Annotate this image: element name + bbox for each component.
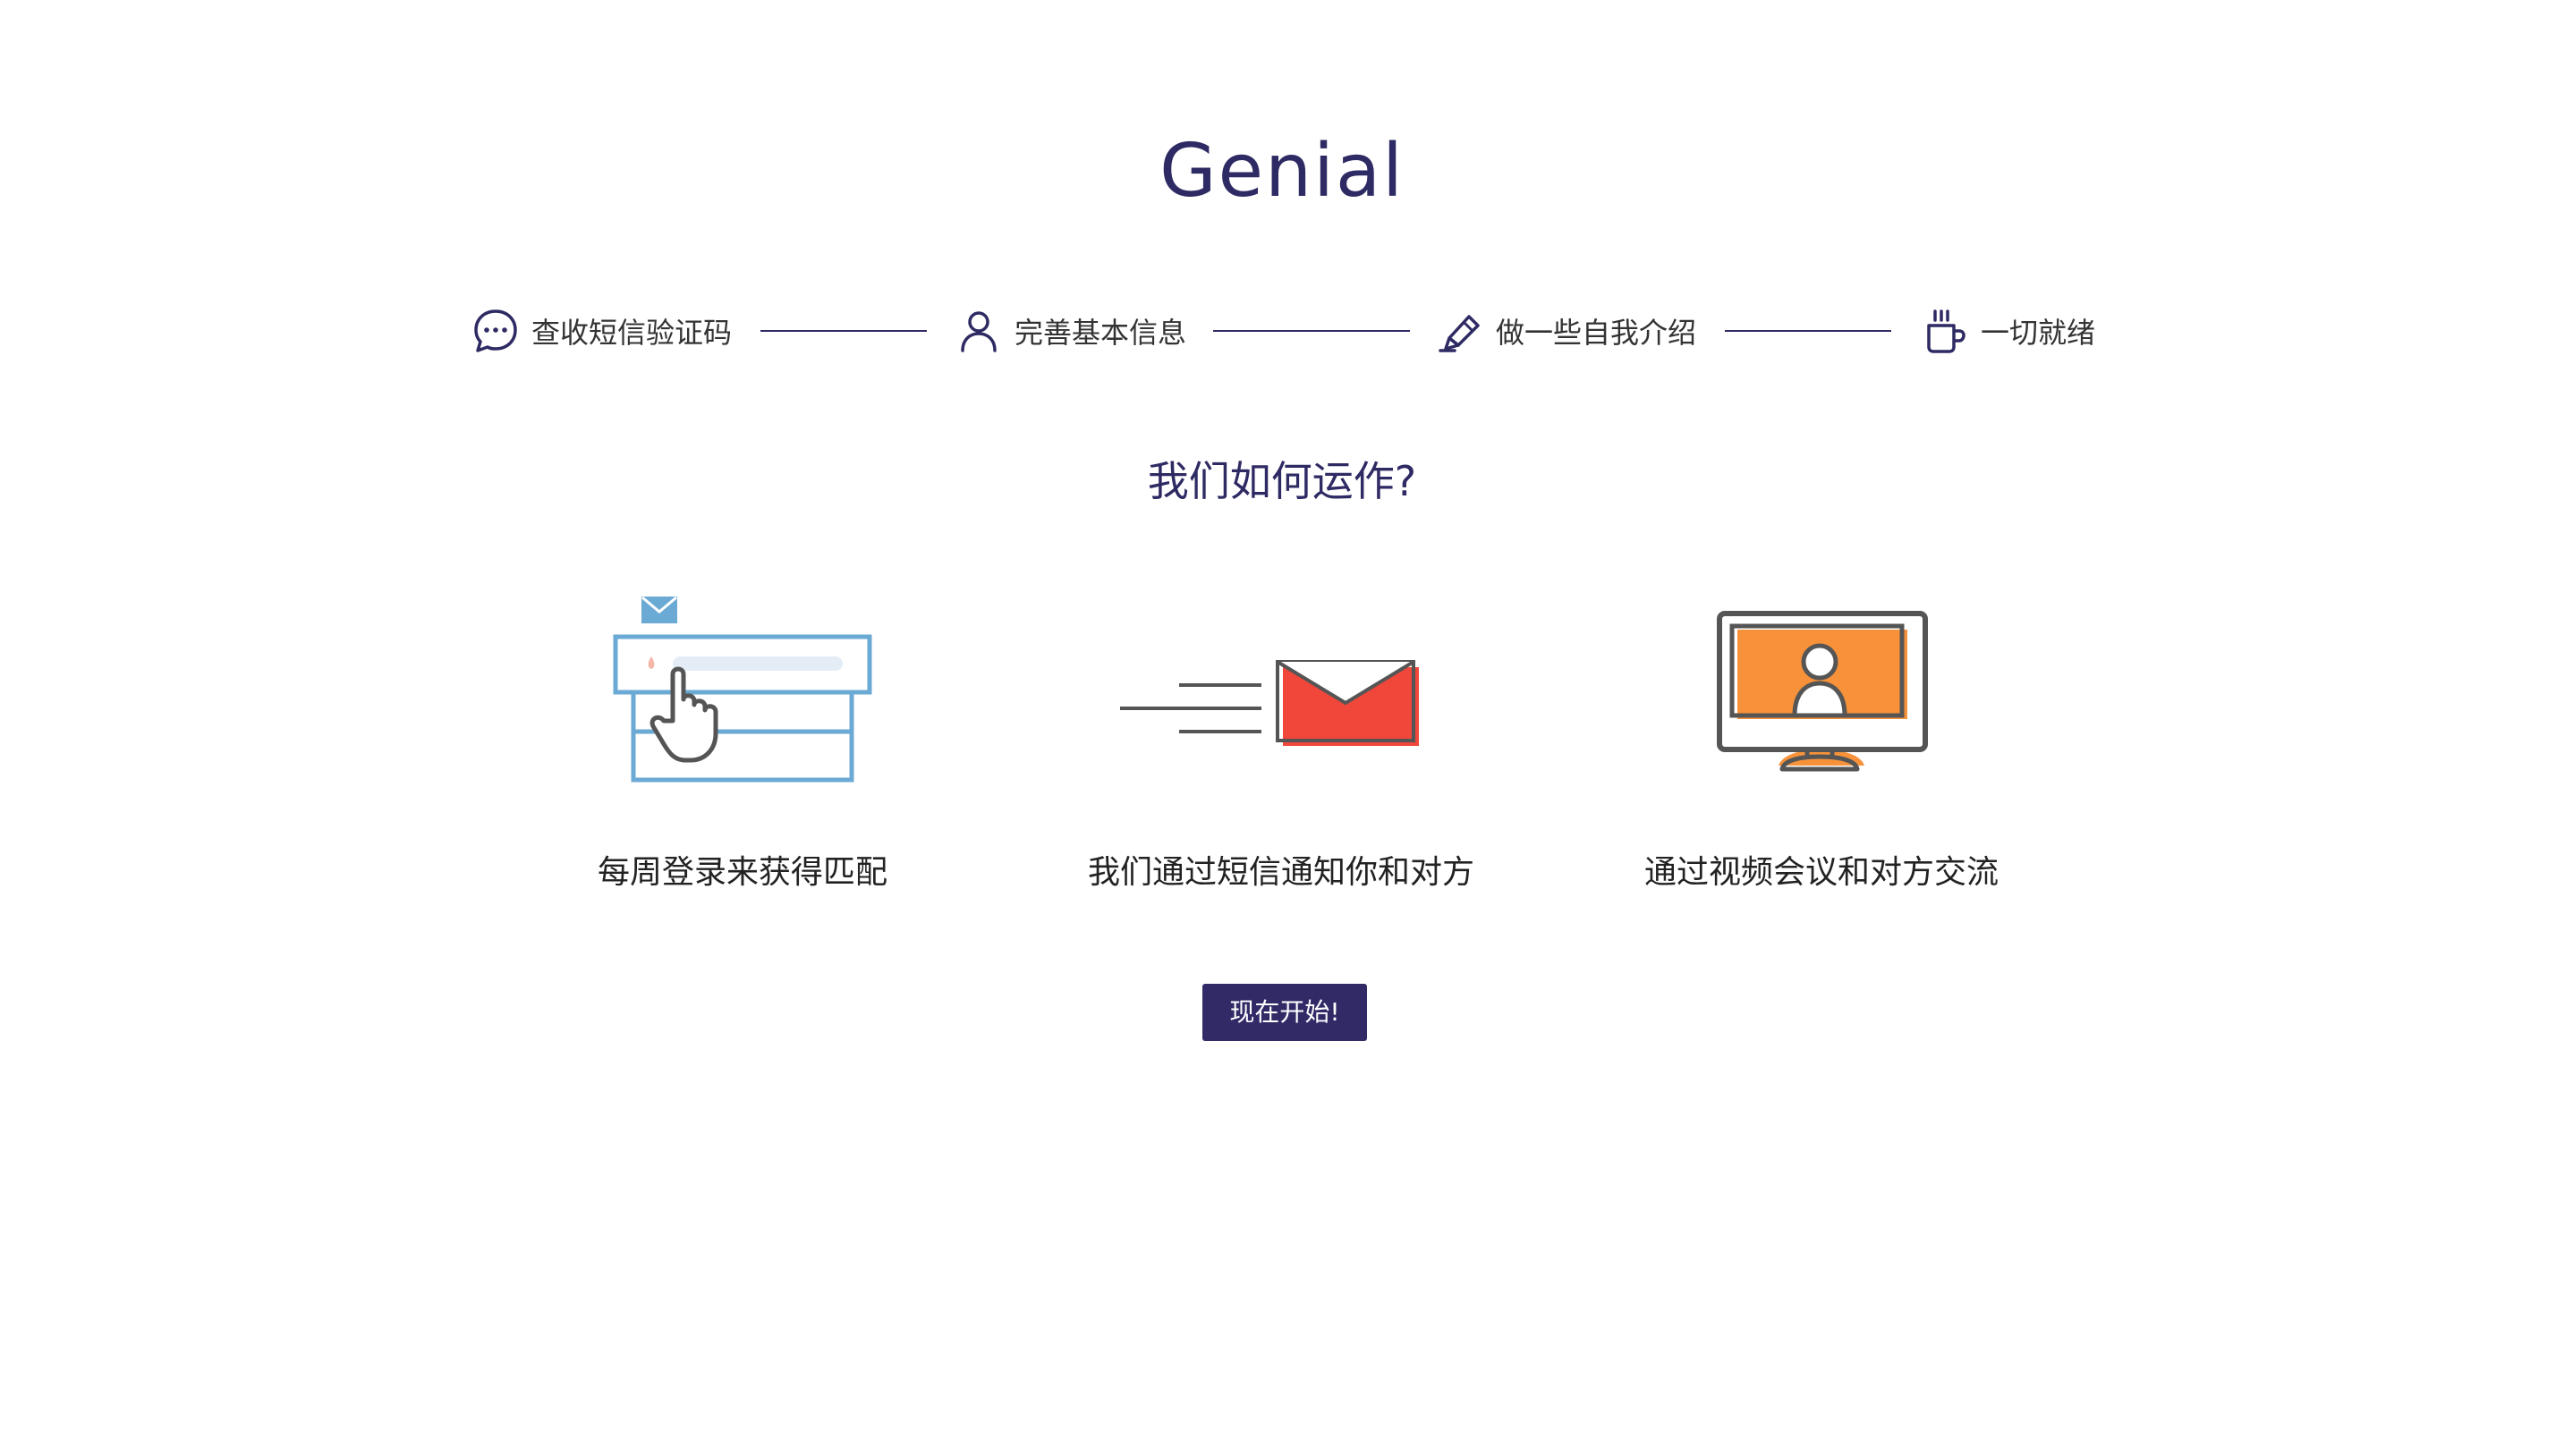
brand-logo: Genial xyxy=(1159,129,1405,214)
step-all-set: 一切就绪 xyxy=(1922,306,2095,356)
feature-caption: 我们通过短信通知你和对方 xyxy=(1087,854,1474,891)
how-it-works-title: 我们如何运作? xyxy=(1147,457,1417,505)
step-introduction: 做一些自我介绍 xyxy=(1437,306,1696,356)
start-now-button[interactable]: 现在开始! xyxy=(1202,984,1367,1041)
user-icon xyxy=(955,308,1002,354)
step-label: 查收短信验证码 xyxy=(531,316,733,350)
coffee-cup-icon xyxy=(1922,308,1968,354)
step-label: 一切就绪 xyxy=(1981,316,2096,350)
chat-bubble-icon xyxy=(472,308,519,354)
feature-caption: 通过视频会议和对方交流 xyxy=(1643,854,1999,891)
login-click-illustration xyxy=(474,590,1011,796)
feature-caption: 每周登录来获得匹配 xyxy=(597,854,887,891)
step-label: 完善基本信息 xyxy=(1015,316,1187,350)
step-connector xyxy=(1213,330,1410,332)
message-envelope-illustration xyxy=(1013,590,1549,796)
pen-icon xyxy=(1437,308,1483,354)
step-label: 做一些自我介绍 xyxy=(1496,316,1697,350)
step-connector xyxy=(760,330,927,332)
step-basic-info: 完善基本信息 xyxy=(955,306,1186,356)
video-monitor-illustration xyxy=(1553,590,2090,796)
step-verify-sms: 查收短信验证码 xyxy=(472,306,732,356)
step-connector xyxy=(1725,330,1891,332)
progress-steps: 查收短信验证码 完善基本信息 做一些自我介绍 一切就绪 xyxy=(472,306,2110,356)
